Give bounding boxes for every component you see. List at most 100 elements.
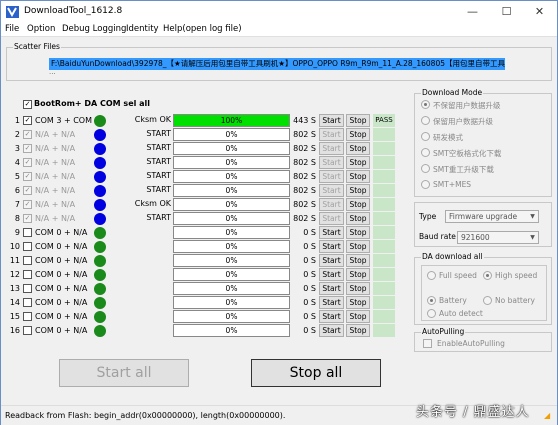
- port-checkbox[interactable]: [23, 312, 32, 321]
- chevron-down-icon: ▼: [530, 234, 535, 241]
- row-stop-button[interactable]: Stop: [346, 324, 370, 337]
- port-checkbox[interactable]: ✓: [23, 158, 32, 167]
- row-stop-button[interactable]: Stop: [346, 212, 370, 225]
- status-dot-icon: [94, 227, 106, 239]
- row-start-button[interactable]: Start: [319, 156, 344, 169]
- menu-option[interactable]: Option: [27, 24, 55, 34]
- port-row: 9 COM 0 + N/A 0% 0 S Start Stop: [1, 226, 401, 240]
- type-select[interactable]: Firmware upgrade ▼: [445, 210, 539, 223]
- download-mode-radio[interactable]: [421, 100, 430, 109]
- row-stop-button[interactable]: Stop: [346, 310, 370, 323]
- port-row: 16 COM 0 + N/A 0% 0 S Start Stop: [1, 324, 401, 338]
- row-stop-button[interactable]: Stop: [346, 128, 370, 141]
- row-start-button[interactable]: Start: [319, 240, 344, 253]
- app-icon: [6, 6, 19, 18]
- auto-detect-radio[interactable]: [427, 309, 436, 318]
- row-stop-button[interactable]: Stop: [346, 282, 370, 295]
- elapsed-time: 0 S: [303, 326, 316, 335]
- progress-bar: 0%: [173, 268, 290, 281]
- download-mode-radio[interactable]: [421, 148, 430, 157]
- row-stop-button[interactable]: Stop: [346, 240, 370, 253]
- scatter-files-group: Scatter Files F:\BaiduYunDownload\392978…: [6, 42, 552, 81]
- row-start-button[interactable]: Start: [319, 296, 344, 309]
- row-start-button[interactable]: Start: [319, 198, 344, 211]
- download-mode-radio[interactable]: [421, 164, 430, 173]
- port-checkbox[interactable]: ✓: [23, 200, 32, 209]
- port-checkbox[interactable]: ✓: [23, 214, 32, 223]
- row-number: 14: [9, 298, 20, 307]
- menu-file[interactable]: File: [5, 24, 19, 34]
- close-icon[interactable]: ✕: [523, 1, 556, 23]
- minimize-icon[interactable]: —: [456, 1, 489, 23]
- port-row: 11 COM 0 + N/A 0% 0 S Start Stop: [1, 254, 401, 268]
- progress-bar: 0%: [173, 142, 290, 155]
- port-checkbox[interactable]: [23, 326, 32, 335]
- progress-bar: 0%: [173, 128, 290, 141]
- menu-identity[interactable]: Identity: [126, 24, 159, 34]
- row-start-button[interactable]: Start: [319, 268, 344, 281]
- menu-debug-logging[interactable]: Debug Logging: [62, 24, 126, 34]
- row-start-button[interactable]: Start: [319, 142, 344, 155]
- com-port-label: COM 0 + N/A: [35, 312, 88, 321]
- elapsed-time: 802 S: [293, 200, 316, 209]
- sel-all-checkbox[interactable]: ✓: [23, 100, 32, 109]
- port-row: 5 ✓ N/A + N/A START 0% 802 S Start Stop: [1, 170, 401, 184]
- row-start-button[interactable]: Start: [319, 114, 344, 127]
- maximize-icon[interactable]: ☐: [490, 1, 523, 23]
- port-checkbox[interactable]: [23, 270, 32, 279]
- port-checkbox[interactable]: ✓: [23, 116, 32, 125]
- elapsed-time: 802 S: [293, 158, 316, 167]
- port-checkbox[interactable]: [23, 298, 32, 307]
- row-number: 13: [9, 284, 20, 293]
- download-mode-radio[interactable]: [421, 180, 430, 189]
- port-checkbox[interactable]: ✓: [23, 144, 32, 153]
- row-start-button[interactable]: Start: [319, 310, 344, 323]
- row-result: PASS: [373, 114, 395, 127]
- row-start-button[interactable]: Start: [319, 212, 344, 225]
- port-checkbox[interactable]: [23, 242, 32, 251]
- row-result: [373, 254, 395, 267]
- progress-text: 0%: [225, 158, 238, 167]
- progress-text: 0%: [225, 186, 238, 195]
- row-start-button[interactable]: Start: [319, 226, 344, 239]
- row-start-button[interactable]: Start: [319, 170, 344, 183]
- row-stop-button[interactable]: Stop: [346, 296, 370, 309]
- high-speed-radio[interactable]: [483, 271, 492, 280]
- download-mode-radio[interactable]: [421, 116, 430, 125]
- row-start-button[interactable]: Start: [319, 254, 344, 267]
- row-status: Cksm OK: [134, 115, 171, 124]
- download-mode-radio[interactable]: [421, 132, 430, 141]
- battery-radio[interactable]: [427, 296, 436, 305]
- row-stop-button[interactable]: Stop: [346, 114, 370, 127]
- row-stop-button[interactable]: Stop: [346, 142, 370, 155]
- start-all-button[interactable]: Start all: [59, 359, 189, 387]
- row-stop-button[interactable]: Stop: [346, 170, 370, 183]
- port-checkbox[interactable]: [23, 284, 32, 293]
- port-checkbox[interactable]: [23, 256, 32, 265]
- row-stop-button[interactable]: Stop: [346, 198, 370, 211]
- row-stop-button[interactable]: Stop: [346, 268, 370, 281]
- port-checkbox[interactable]: ✓: [23, 172, 32, 181]
- no-battery-radio[interactable]: [483, 296, 492, 305]
- stop-all-button[interactable]: Stop all: [251, 359, 381, 387]
- baud-select[interactable]: 921600 ▼: [457, 231, 539, 244]
- row-stop-button[interactable]: Stop: [346, 254, 370, 267]
- row-start-button[interactable]: Start: [319, 128, 344, 141]
- menu-help[interactable]: Help(open log file): [163, 24, 242, 34]
- row-stop-button[interactable]: Stop: [346, 184, 370, 197]
- row-stop-button[interactable]: Stop: [346, 156, 370, 169]
- port-checkbox[interactable]: [23, 228, 32, 237]
- port-checkbox[interactable]: ✓: [23, 186, 32, 195]
- row-start-button[interactable]: Start: [319, 324, 344, 337]
- resize-grip-icon[interactable]: ◢: [544, 411, 554, 421]
- auto-pulling-checkbox[interactable]: [423, 339, 432, 348]
- port-checkbox[interactable]: ✓: [23, 130, 32, 139]
- row-stop-button[interactable]: Stop: [346, 226, 370, 239]
- progress-text: 0%: [225, 270, 238, 279]
- port-row: 13 COM 0 + N/A 0% 0 S Start Stop: [1, 282, 401, 296]
- full-speed-radio[interactable]: [427, 271, 436, 280]
- status-dot-icon: [94, 157, 106, 169]
- row-start-button[interactable]: Start: [319, 184, 344, 197]
- port-row: 1 ✓ COM 3 + COM 5 Cksm OK 100% 443 S Start Stop…: [1, 114, 401, 128]
- row-start-button[interactable]: Start: [319, 282, 344, 295]
